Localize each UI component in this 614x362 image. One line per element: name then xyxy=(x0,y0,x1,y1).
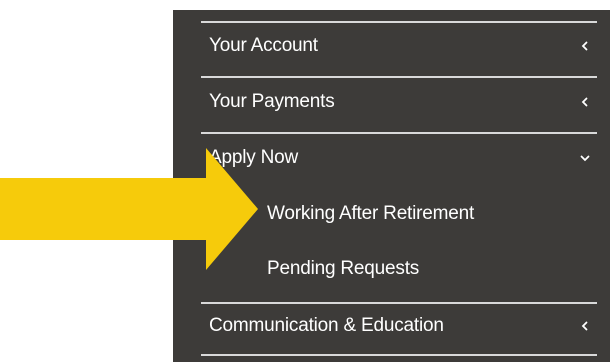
submenu-item-working-after-retirement[interactable]: Working After Retirement xyxy=(259,196,589,232)
submenu-item-pending-requests[interactable]: Pending Requests xyxy=(259,251,589,287)
menu-item-label: Your Account xyxy=(209,35,318,56)
chevron-down-icon xyxy=(580,155,590,162)
menu-item-apply-now[interactable]: Apply Now xyxy=(201,138,597,178)
menu-item-label: Communication & Education xyxy=(209,315,444,336)
menu-divider xyxy=(201,21,597,23)
menu-divider xyxy=(201,76,597,78)
menu-item-your-account[interactable]: Your Account xyxy=(201,26,597,66)
submenu-item-label: Pending Requests xyxy=(267,258,420,279)
chevron-left-icon xyxy=(581,97,588,107)
menu-item-label: Apply Now xyxy=(209,147,299,168)
menu-item-your-payments[interactable]: Your Payments xyxy=(201,82,597,122)
menu-item-label: Your Payments xyxy=(209,91,335,112)
chevron-left-icon xyxy=(581,321,588,331)
chevron-left-icon xyxy=(581,41,588,51)
menu-divider xyxy=(201,302,597,304)
menu-item-communication-education[interactable]: Communication & Education xyxy=(201,306,597,346)
menu-divider xyxy=(201,354,597,356)
menu-divider xyxy=(201,132,597,134)
submenu-item-label: Working After Retirement xyxy=(267,203,475,224)
